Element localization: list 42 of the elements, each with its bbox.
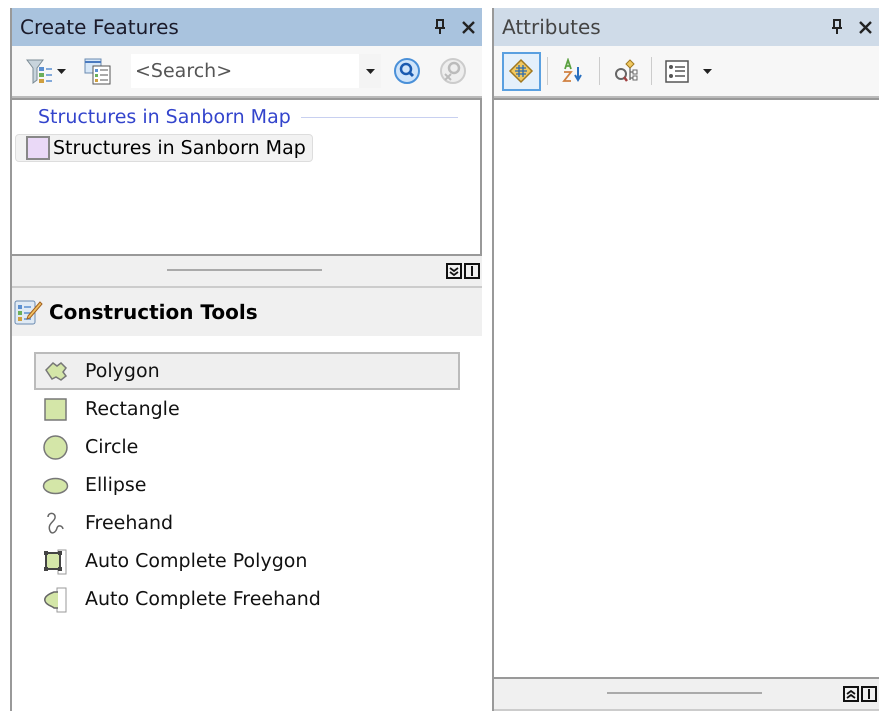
tool-item[interactable]: Auto Complete Freehand [34, 580, 460, 618]
search-icon [393, 57, 421, 85]
bar-icon [470, 266, 474, 276]
window-title: Attributes [502, 15, 602, 39]
split-button[interactable] [861, 686, 877, 702]
window-title: Create Features [20, 15, 180, 39]
caret-icon [57, 68, 66, 74]
circle-icon [42, 434, 69, 460]
tool-item[interactable]: Rectangle [34, 390, 460, 428]
tool-item[interactable]: Polygon [34, 352, 460, 390]
expand-button[interactable] [843, 686, 859, 702]
split-button[interactable] [464, 263, 480, 279]
bar-icon [867, 689, 871, 699]
chevron-down-icon [449, 266, 459, 276]
pin-icon [433, 19, 447, 35]
construction-list-icon [14, 298, 43, 326]
toolbar-button[interactable] [502, 52, 541, 90]
list-options-icon [664, 58, 691, 84]
attribute-table-icon [508, 58, 535, 84]
rectangle-icon [42, 396, 69, 422]
pin-icon [830, 19, 844, 35]
close-icon [461, 20, 476, 34]
tool-item[interactable]: Auto Complete Polygon [34, 542, 460, 580]
feature-template[interactable]: Structures in Sanborn Map [15, 134, 313, 162]
template-list-icon [84, 58, 111, 84]
search-field[interactable]: <Search> [131, 54, 359, 88]
auto-freehand-icon [42, 586, 69, 612]
group-heading: Structures in Sanborn Map [38, 106, 291, 128]
tool-item[interactable]: Circle [34, 428, 460, 466]
collapse-button[interactable] [446, 263, 462, 279]
section-heading: Construction Tools [49, 300, 258, 324]
caret-icon [702, 68, 712, 74]
chevron-up-icon [846, 690, 856, 698]
caret-icon [366, 68, 374, 74]
related-search-icon [612, 58, 639, 84]
filter-list-icon [26, 58, 53, 84]
tool-item[interactable]: Freehand [34, 504, 460, 542]
close-icon [858, 20, 873, 34]
swatch-icon [26, 136, 50, 160]
clear-search-icon [439, 57, 467, 85]
tool-item[interactable]: Ellipse [34, 466, 460, 504]
auto-polygon-icon [42, 548, 69, 574]
